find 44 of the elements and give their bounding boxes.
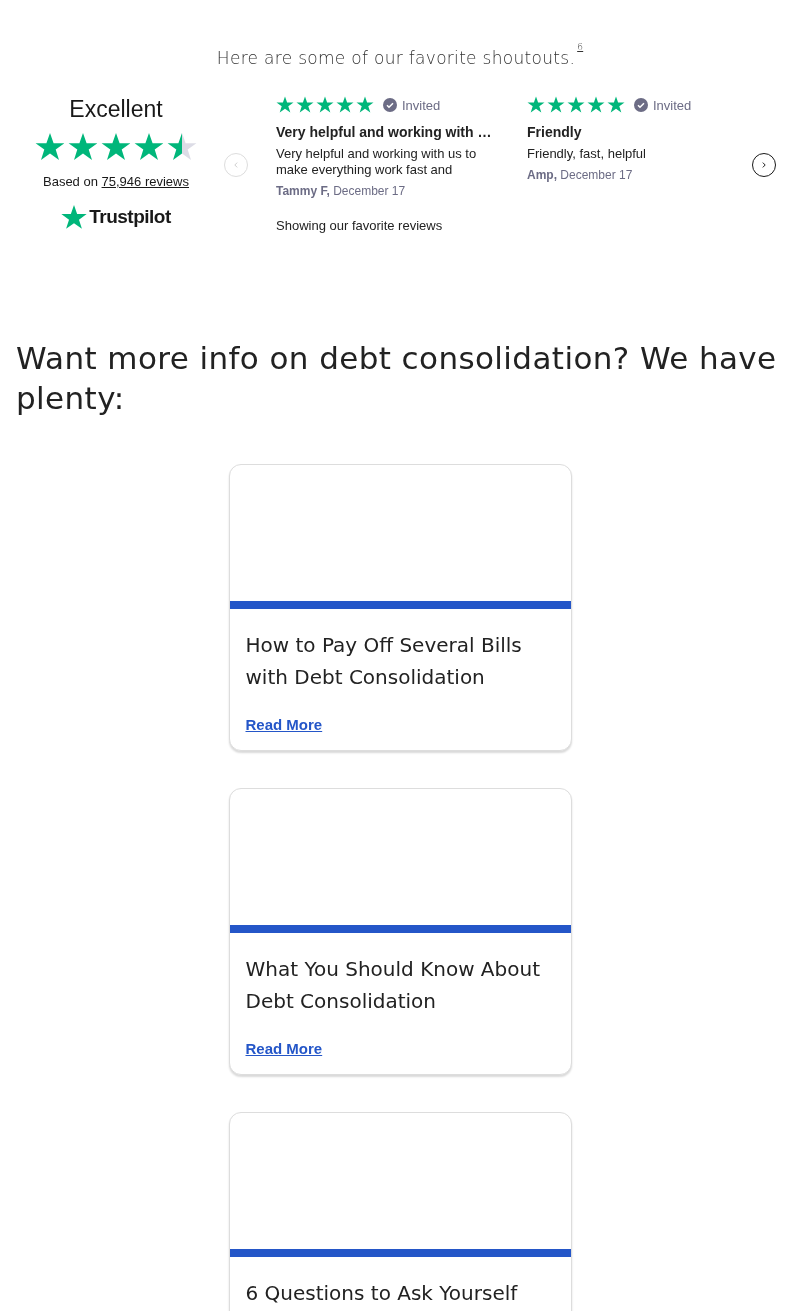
star-icon [34, 132, 66, 162]
star-icon [166, 132, 198, 162]
star-icon [61, 204, 88, 230]
chevron-left-icon [232, 161, 240, 169]
star-icon [527, 96, 545, 114]
review-title: Friendly [527, 124, 583, 140]
intro-text: Here are some of our favorite shoutouts. $^{6}$ [215, 41, 585, 68]
showing-text: Showing our favorite reviews [276, 218, 444, 233]
star-icon [356, 96, 374, 114]
invited-label: Invited [653, 97, 692, 113]
review-date: December 17 [560, 168, 633, 182]
review-author: Tammy F, [276, 184, 330, 198]
verified-icon [634, 98, 648, 112]
star-icon [67, 132, 99, 162]
star-icon [336, 96, 354, 114]
read-more-link[interactable]: Read More [245, 716, 323, 733]
review-title: Very helpful and working with … [276, 124, 491, 140]
star-icon [607, 96, 625, 114]
star-icon [567, 96, 585, 114]
article-title: How to Pay Off Several Bills with Debt Consolidation [245, 632, 523, 691]
article-title: What You Should Know About Debt Consolidation [245, 956, 541, 1015]
review-text: Friendly, fast, helpful [527, 146, 647, 162]
based-on-text: Based on [43, 174, 98, 189]
review-date: December 17 [333, 184, 406, 198]
star-icon [547, 96, 565, 114]
rating-label: Excellent [69, 96, 163, 123]
chevron-right-icon [760, 161, 768, 169]
next-button[interactable] [752, 153, 776, 177]
review-author: Amp, [527, 168, 557, 182]
section-heading: Want more info on debt consolidation? We have plenty: [15, 339, 778, 418]
star-icon [316, 96, 334, 114]
verified-icon [383, 98, 397, 112]
article-title: 6 Questions to Ask Yourself [245, 1280, 519, 1307]
star-icon [100, 132, 132, 162]
star-icon [133, 132, 165, 162]
read-more-link[interactable]: Read More [245, 1040, 323, 1057]
star-icon [296, 96, 314, 114]
footnote-link[interactable]: 6 [577, 42, 584, 52]
star-icon [276, 96, 294, 114]
review-text: Very helpful and working with us to make everything work fast and [276, 146, 478, 178]
brand-name: Trustpilot [89, 206, 171, 228]
invited-label: Invited [402, 97, 441, 113]
star-icon [587, 96, 605, 114]
reviews-link[interactable]: 75,946 reviews [101, 174, 189, 189]
